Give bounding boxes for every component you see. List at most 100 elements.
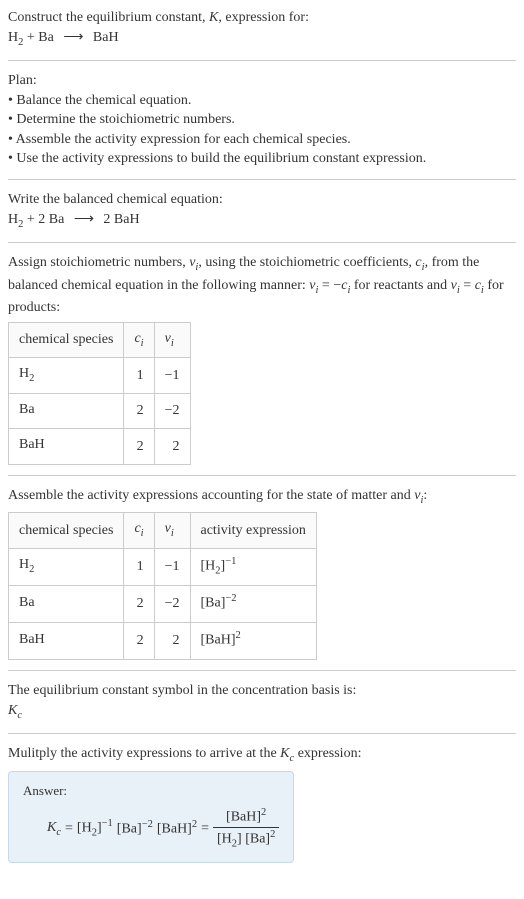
cell-activity: [BaH]2: [190, 622, 316, 659]
term1: [H2]−1: [77, 817, 113, 841]
table-header: ci: [124, 513, 154, 548]
divider: [8, 242, 516, 243]
term3: [BaH]2: [157, 818, 197, 839]
d-exp: 2: [270, 829, 275, 840]
kc: Kc: [47, 818, 61, 840]
divider: [8, 475, 516, 476]
eq-h2: H: [8, 30, 18, 45]
a: [H: [201, 558, 216, 573]
text: , using the stoichiometric coefficients,: [198, 255, 415, 270]
table-header: νi: [154, 513, 190, 548]
divider: [8, 179, 516, 180]
sp: BaH: [19, 437, 45, 452]
table-header: νi: [154, 322, 190, 357]
sp: H: [19, 366, 29, 381]
intro-text: Construct the equilibrium constant,: [8, 10, 209, 25]
answer-label: Answer:: [23, 782, 279, 800]
symbol-section: The equilibrium constant symbol in the c…: [8, 681, 516, 723]
arrow-icon: ⟶: [63, 28, 83, 48]
k: K: [280, 746, 289, 761]
intro-text2: , expression for:: [218, 10, 309, 25]
sp-sub: 2: [29, 373, 34, 384]
cell-ci: 2: [124, 393, 154, 428]
table-header: ci: [124, 322, 154, 357]
a-exp: 2: [236, 630, 241, 641]
t-exp: 2: [192, 819, 197, 830]
table-row: BaH 2 2: [9, 429, 191, 464]
balanced-section: Write the balanced chemical equation: H2…: [8, 190, 516, 232]
text: Mulitply the activity expressions to arr…: [8, 746, 280, 761]
table-header: chemical species: [9, 322, 124, 357]
table-header: activity expression: [190, 513, 316, 548]
numerator: [BaH]2: [213, 806, 279, 828]
plan-section: Plan: • Balance the chemical equation. •…: [8, 71, 516, 169]
k: K: [8, 703, 17, 718]
t: [Ba]: [117, 822, 142, 837]
stoich-table: chemical species ci νi H2 1 −1 Ba 2 −2 B…: [8, 322, 191, 465]
symbol-title: The equilibrium constant symbol in the c…: [8, 681, 516, 701]
cell-species: H2: [9, 548, 124, 585]
eq-rhs: BaH: [89, 30, 118, 45]
bal-h2: H: [8, 212, 18, 227]
cell-nu: −2: [154, 585, 190, 622]
k-sub: c: [56, 827, 61, 838]
sp: H: [19, 557, 29, 572]
cell-ci: 2: [124, 585, 154, 622]
cell-species: Ba: [9, 393, 124, 428]
divider: [8, 733, 516, 734]
table-header-row: chemical species ci νi: [9, 322, 191, 357]
k-symbol: K: [209, 10, 218, 25]
ci-sub: i: [141, 337, 144, 348]
t-exp: −2: [142, 819, 153, 830]
cell-nu: 2: [154, 429, 190, 464]
activity-section: Assemble the activity expressions accoun…: [8, 486, 516, 660]
eq: = −: [318, 278, 341, 293]
d2: ] [Ba]: [237, 832, 270, 847]
a-exp: −2: [225, 593, 236, 604]
stoich-text: Assign stoichiometric numbers, νi, using…: [8, 253, 516, 318]
balanced-equation: H2 + 2 Ba ⟶ 2 BaH: [8, 210, 516, 232]
cell-nu: 2: [154, 622, 190, 659]
table-header: chemical species: [9, 513, 124, 548]
t: [H: [77, 821, 92, 836]
cell-ci: 2: [124, 429, 154, 464]
table-row: Ba 2 −2 [Ba]−2: [9, 585, 317, 622]
table-row: Ba 2 −2: [9, 393, 191, 428]
eq: =: [65, 819, 73, 839]
fraction: [BaH]2 [H2] [Ba]2: [213, 806, 279, 852]
nu-sub: i: [171, 528, 174, 539]
a: [Ba: [201, 595, 221, 610]
term2: [Ba]−2: [117, 818, 153, 839]
ci-sub: i: [141, 528, 144, 539]
divider: [8, 60, 516, 61]
cell-nu: −1: [154, 548, 190, 585]
cell-nu: −1: [154, 358, 190, 393]
text: Assign stoichiometric numbers,: [8, 255, 189, 270]
d: [H: [217, 832, 232, 847]
eq-plus: + Ba: [23, 30, 57, 45]
cell-nu: −2: [154, 393, 190, 428]
cell-species: H2: [9, 358, 124, 393]
a-exp: −1: [225, 556, 236, 567]
intro-section: Construct the equilibrium constant, K, e…: [8, 8, 516, 50]
plan-title: Plan:: [8, 71, 516, 91]
text: expression:: [294, 746, 361, 761]
activity-title: Assemble the activity expressions accoun…: [8, 486, 516, 508]
symbol-kc: Kc: [8, 701, 516, 723]
multiply-title: Mulitply the activity expressions to arr…: [8, 744, 516, 766]
eq: =: [201, 819, 209, 839]
arrow-icon: ⟶: [74, 210, 94, 230]
cell-species: BaH: [9, 622, 124, 659]
cell-ci: 1: [124, 548, 154, 585]
cell-activity: [H2]−1: [190, 548, 316, 585]
cell-ci: 2: [124, 622, 154, 659]
answer-box: Answer: Kc = [H2]−1 [Ba]−2 [BaH]2 = [BaH…: [8, 771, 294, 864]
a: [BaH: [201, 633, 231, 648]
nu-sub: i: [171, 337, 174, 348]
activity-table: chemical species ci νi activity expressi…: [8, 512, 317, 660]
sp: BaH: [19, 632, 45, 647]
k-sub: c: [17, 709, 22, 720]
bal-rhs: 2 BaH: [100, 212, 140, 227]
plan-item: • Assemble the activity expression for e…: [8, 130, 516, 150]
table-header-row: chemical species ci νi activity expressi…: [9, 513, 317, 548]
